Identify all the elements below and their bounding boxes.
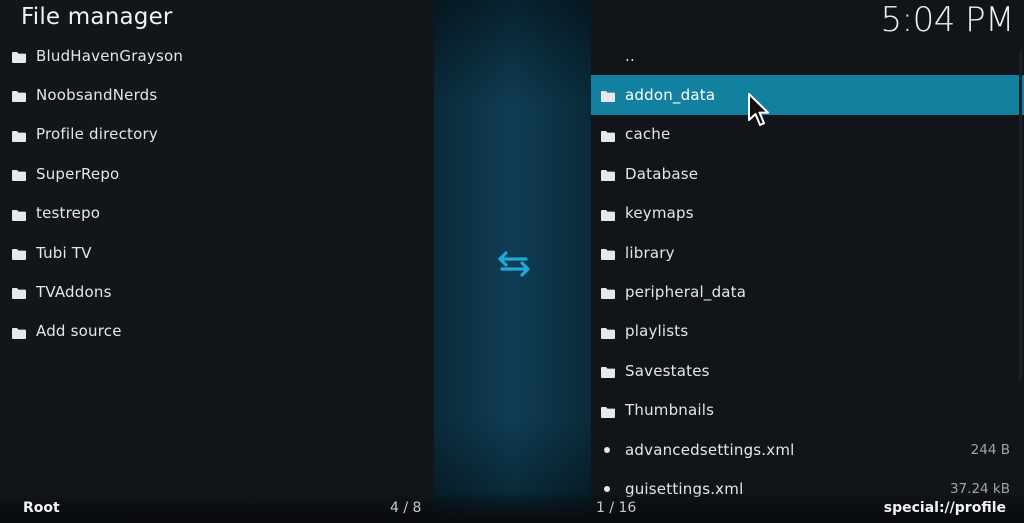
file-icon [604, 486, 610, 493]
list-item[interactable]: SuperRepo [0, 154, 434, 193]
left-file-list: BludHavenGrayson NoobsandNerds Profile dir… [0, 36, 434, 351]
list-item-label: addon_data [625, 86, 716, 105]
center-divider [434, 0, 591, 523]
folder-icon [600, 167, 616, 182]
right-item-count: 1 / 16 [596, 500, 637, 516]
folder-icon [600, 207, 616, 221]
list-item[interactable]: Savestates [591, 351, 1024, 390]
right-file-list: .. addon_datacache Database keymaps library p… [591, 36, 1024, 509]
list-item-label: TVAddons [36, 283, 112, 302]
list-item-label: peripheral_data [625, 283, 747, 302]
list-item-label: Database [625, 164, 699, 183]
list-item-label: Tubi TV [36, 243, 92, 262]
folder-icon [11, 285, 27, 300]
header: File manager 5:04 PM [0, 0, 1024, 40]
list-item-label: NoobsandNerds [36, 86, 158, 105]
mouse-cursor-icon [748, 93, 769, 126]
list-item-label: SuperRepo [36, 164, 120, 183]
list-item[interactable]: .. [591, 36, 1024, 75]
right-scrollbar[interactable] [1019, 50, 1022, 380]
left-pane: BludHavenGrayson NoobsandNerds Profile dir… [0, 0, 434, 523]
folder-icon [11, 167, 27, 182]
list-item[interactable]: library [591, 233, 1024, 272]
list-item[interactable]: peripheral_data [591, 272, 1024, 311]
file-size: 244 B [970, 441, 1010, 458]
folder-icon [11, 207, 27, 221]
list-item[interactable]: Database [591, 154, 1024, 193]
list-item[interactable]: advancedsettings.xml 244 B [591, 430, 1024, 469]
list-item[interactable]: cache [591, 115, 1024, 154]
folder-icon [11, 128, 27, 142]
list-item[interactable]: TVAddons [0, 272, 434, 311]
list-item-label: Add source [36, 322, 122, 341]
list-item-label: advancedsettings.xml [625, 440, 795, 459]
list-item-label: Profile directory [36, 125, 158, 144]
folder-icon [600, 88, 616, 103]
folder-icon [11, 49, 27, 63]
folder-icon [600, 364, 616, 379]
folder-icon [11, 88, 27, 103]
list-item-label: testrepo [36, 204, 101, 223]
list-item[interactable]: Tubi TV [0, 233, 434, 272]
list-item-label: cache [625, 125, 671, 144]
swap-arrows-icon[interactable] [496, 248, 532, 280]
folder-icon [600, 285, 616, 300]
list-item-label: playlists [625, 322, 689, 341]
list-item[interactable]: Thumbnails [591, 391, 1024, 430]
list-item-label: BludHavenGrayson [36, 46, 184, 65]
list-item[interactable]: BludHavenGrayson [0, 36, 434, 75]
left-footer-label: Root [23, 500, 60, 516]
footer: Root 4 / 8 1 / 16 special://profile [0, 495, 1024, 523]
file-icon [604, 446, 610, 453]
list-item[interactable]: Profile directory [0, 115, 434, 154]
list-item[interactable]: playlists [591, 312, 1024, 351]
folder-icon [600, 128, 616, 142]
right-pane: .. addon_datacache Database keymaps library p… [591, 0, 1024, 523]
list-item-label: Savestates [625, 361, 710, 380]
list-item-label: library [625, 243, 675, 262]
folder-icon [600, 246, 616, 260]
clock: 5:04 PM [880, 0, 1015, 40]
list-item[interactable]: Add source [0, 312, 434, 351]
left-item-count: 4 / 8 [390, 500, 422, 516]
page-title: File manager [21, 4, 173, 30]
folder-icon [600, 404, 616, 418]
folder-icon [11, 325, 27, 339]
list-item-label: .. [625, 46, 635, 65]
current-path: special://profile [883, 500, 1006, 516]
list-item[interactable]: addon_data [591, 75, 1024, 115]
list-item[interactable]: testrepo [0, 194, 434, 233]
folder-icon [11, 246, 27, 260]
list-item-label: keymaps [625, 204, 694, 223]
list-item-label: Thumbnails [625, 401, 715, 420]
folder-icon [600, 325, 616, 339]
list-item[interactable]: NoobsandNerds [0, 75, 434, 114]
list-item[interactable]: keymaps [591, 194, 1024, 233]
